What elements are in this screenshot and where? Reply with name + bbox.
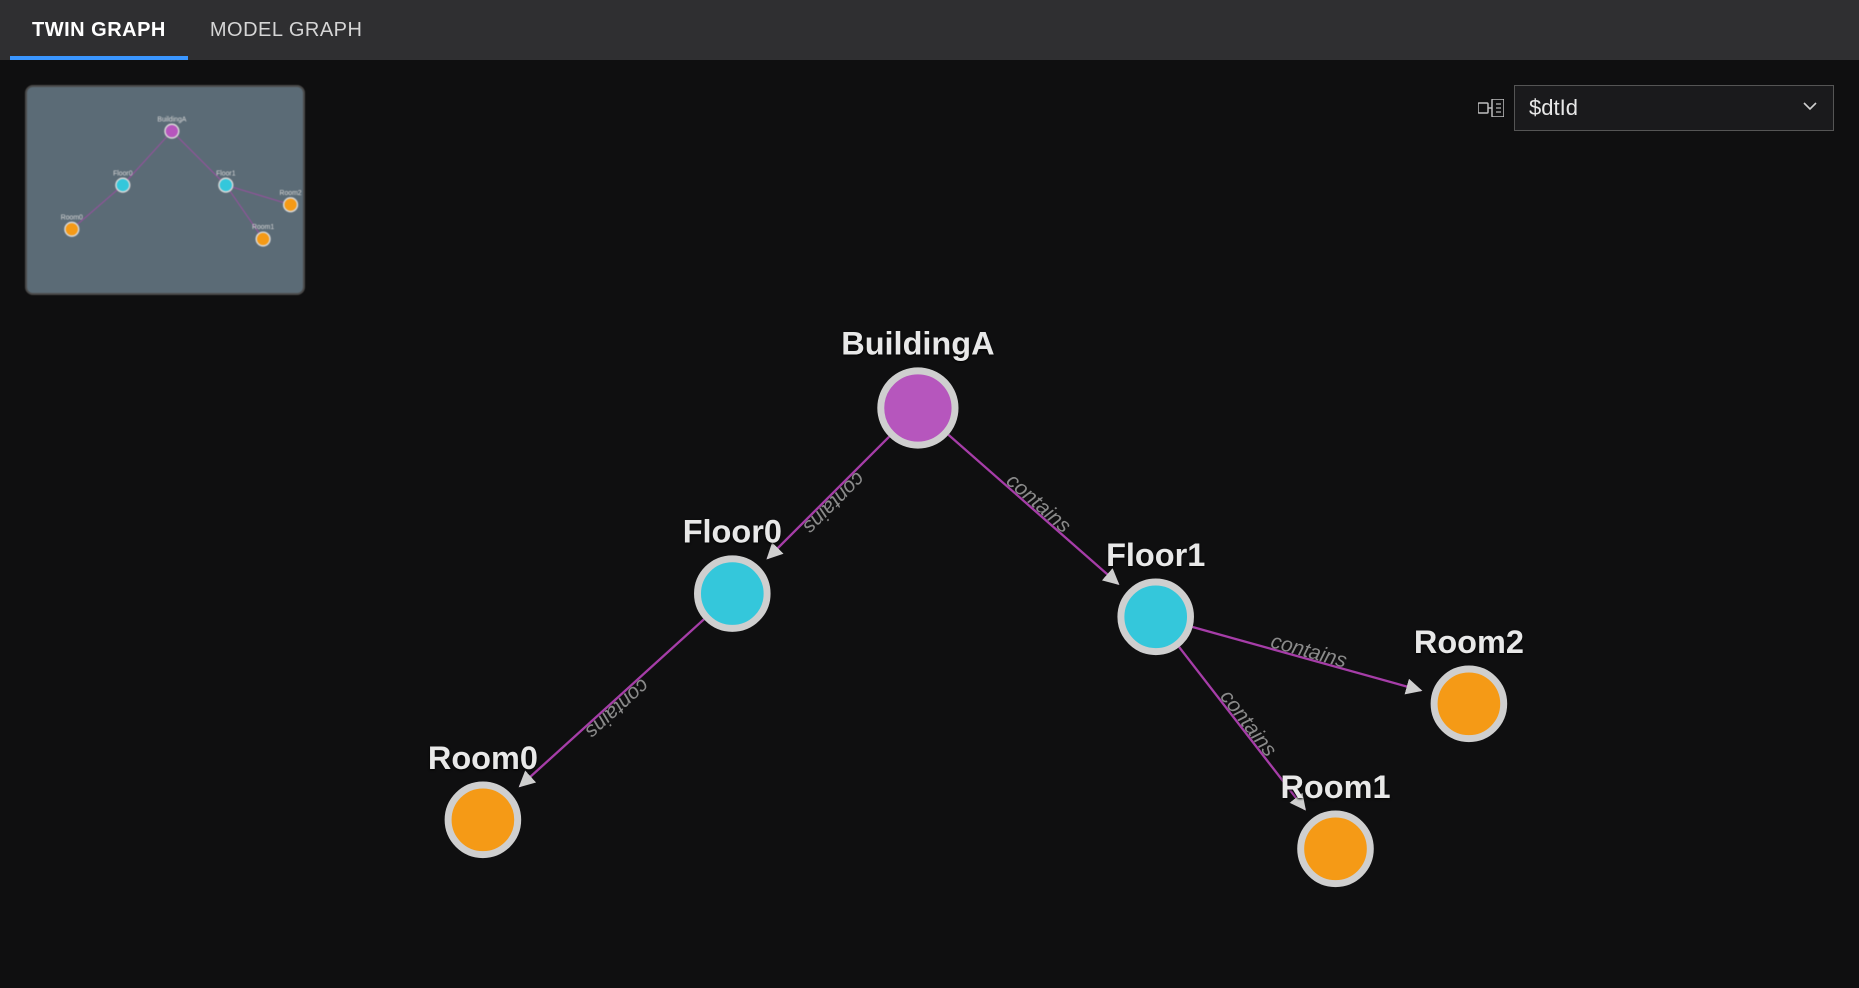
node-label: Floor0	[683, 514, 782, 550]
node-label: Floor1	[1106, 537, 1205, 573]
tab-label: MODEL GRAPH	[210, 19, 363, 42]
edge-label: contains	[1002, 469, 1076, 538]
edge-label: contains	[1215, 686, 1281, 762]
node-Room1[interactable]: Room1	[1280, 769, 1390, 884]
tab-model-graph[interactable]: MODEL GRAPH	[188, 0, 385, 60]
tab-label: TWIN GRAPH	[32, 19, 166, 42]
tab-bar: TWIN GRAPH MODEL GRAPH	[0, 0, 1859, 60]
node-Room2[interactable]: Room2	[1414, 624, 1524, 739]
node-label: Room1	[1280, 769, 1390, 805]
tab-twin-graph[interactable]: TWIN GRAPH	[10, 0, 188, 60]
node-label: Room2	[1414, 624, 1524, 660]
graph-svg[interactable]: contains contains contains contains contains…	[0, 60, 1859, 988]
edge-label: contains	[1268, 630, 1350, 673]
edge-label: contains	[798, 468, 870, 540]
edge-label: contains	[580, 674, 653, 744]
node-label: BuildingA	[841, 326, 994, 362]
node-Floor1[interactable]: Floor1	[1106, 537, 1205, 652]
node-BuildingA[interactable]: BuildingA	[841, 326, 994, 445]
graph-canvas[interactable]: BuildingAFloor0Floor1Room0Room1Room2 $dt…	[0, 60, 1859, 988]
node-Room0[interactable]: Room0	[428, 740, 538, 855]
node-Floor0[interactable]: Floor0	[683, 514, 782, 629]
node-label: Room0	[428, 740, 538, 776]
